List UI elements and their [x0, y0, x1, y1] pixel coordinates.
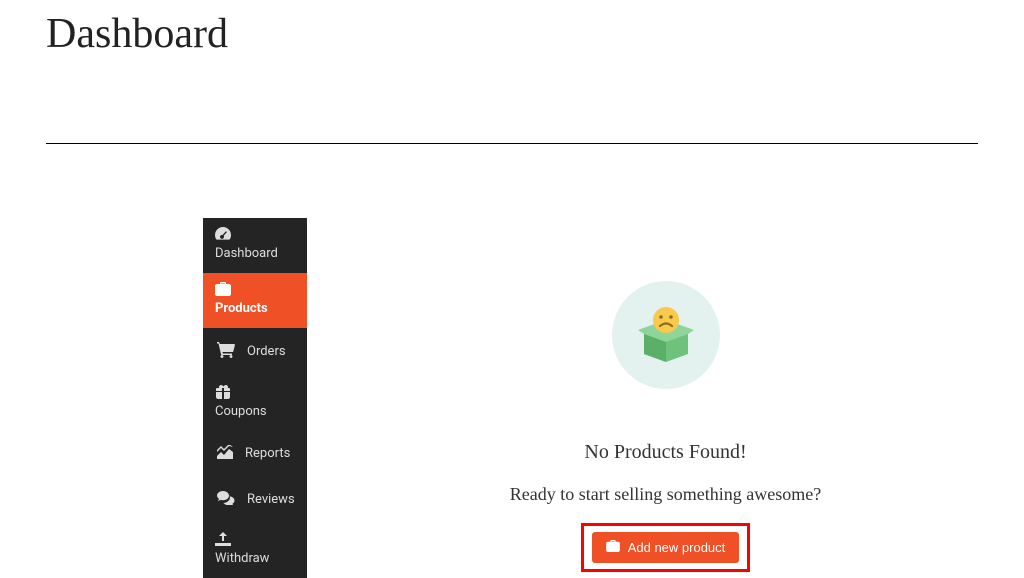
- divider: [46, 143, 978, 144]
- comments-icon: [217, 491, 235, 509]
- sidebar-item-label: Products: [215, 301, 297, 318]
- highlight-annotation: Add new product: [581, 523, 751, 572]
- sidebar-item-dashboard[interactable]: Dashboard: [203, 218, 307, 273]
- sidebar-item-label: Orders: [247, 344, 286, 359]
- cart-icon: [217, 342, 235, 362]
- upload-icon: [215, 532, 297, 547]
- page-title: Dashboard: [0, 0, 1024, 58]
- sidebar-item-label: Coupons: [215, 404, 297, 421]
- sidebar-item-withdraw[interactable]: Withdraw: [203, 523, 307, 578]
- sidebar-item-coupons[interactable]: Coupons: [203, 376, 307, 431]
- empty-state-subtitle: Ready to start selling something awesome…: [510, 484, 821, 505]
- sidebar-item-label: Reports: [245, 446, 290, 461]
- sidebar-item-reviews[interactable]: Reviews: [203, 477, 307, 523]
- briefcase-icon: [215, 282, 297, 297]
- sidebar-item-label: Reviews: [247, 492, 295, 507]
- sad-box-icon: [636, 304, 696, 366]
- briefcase-icon: [606, 540, 620, 555]
- sidebar: Dashboard Products Orders Coupons Report: [203, 218, 307, 578]
- main-area: No Products Found! Ready to start sellin…: [307, 218, 1024, 572]
- chart-icon: [217, 445, 233, 463]
- dashboard-icon: [215, 227, 297, 242]
- content-wrap: Dashboard Products Orders Coupons Report: [203, 218, 1024, 578]
- sidebar-item-orders[interactable]: Orders: [203, 328, 307, 376]
- empty-state-illustration: [612, 281, 720, 389]
- sidebar-item-products[interactable]: Products: [203, 273, 307, 328]
- sidebar-item-label: Withdraw: [215, 551, 297, 568]
- add-button-label: Add new product: [628, 540, 726, 555]
- gift-icon: [215, 385, 297, 400]
- sidebar-item-reports[interactable]: Reports: [203, 431, 307, 477]
- add-new-product-button[interactable]: Add new product: [592, 532, 740, 563]
- empty-state-title: No Products Found!: [584, 441, 746, 464]
- sidebar-item-label: Dashboard: [215, 246, 297, 263]
